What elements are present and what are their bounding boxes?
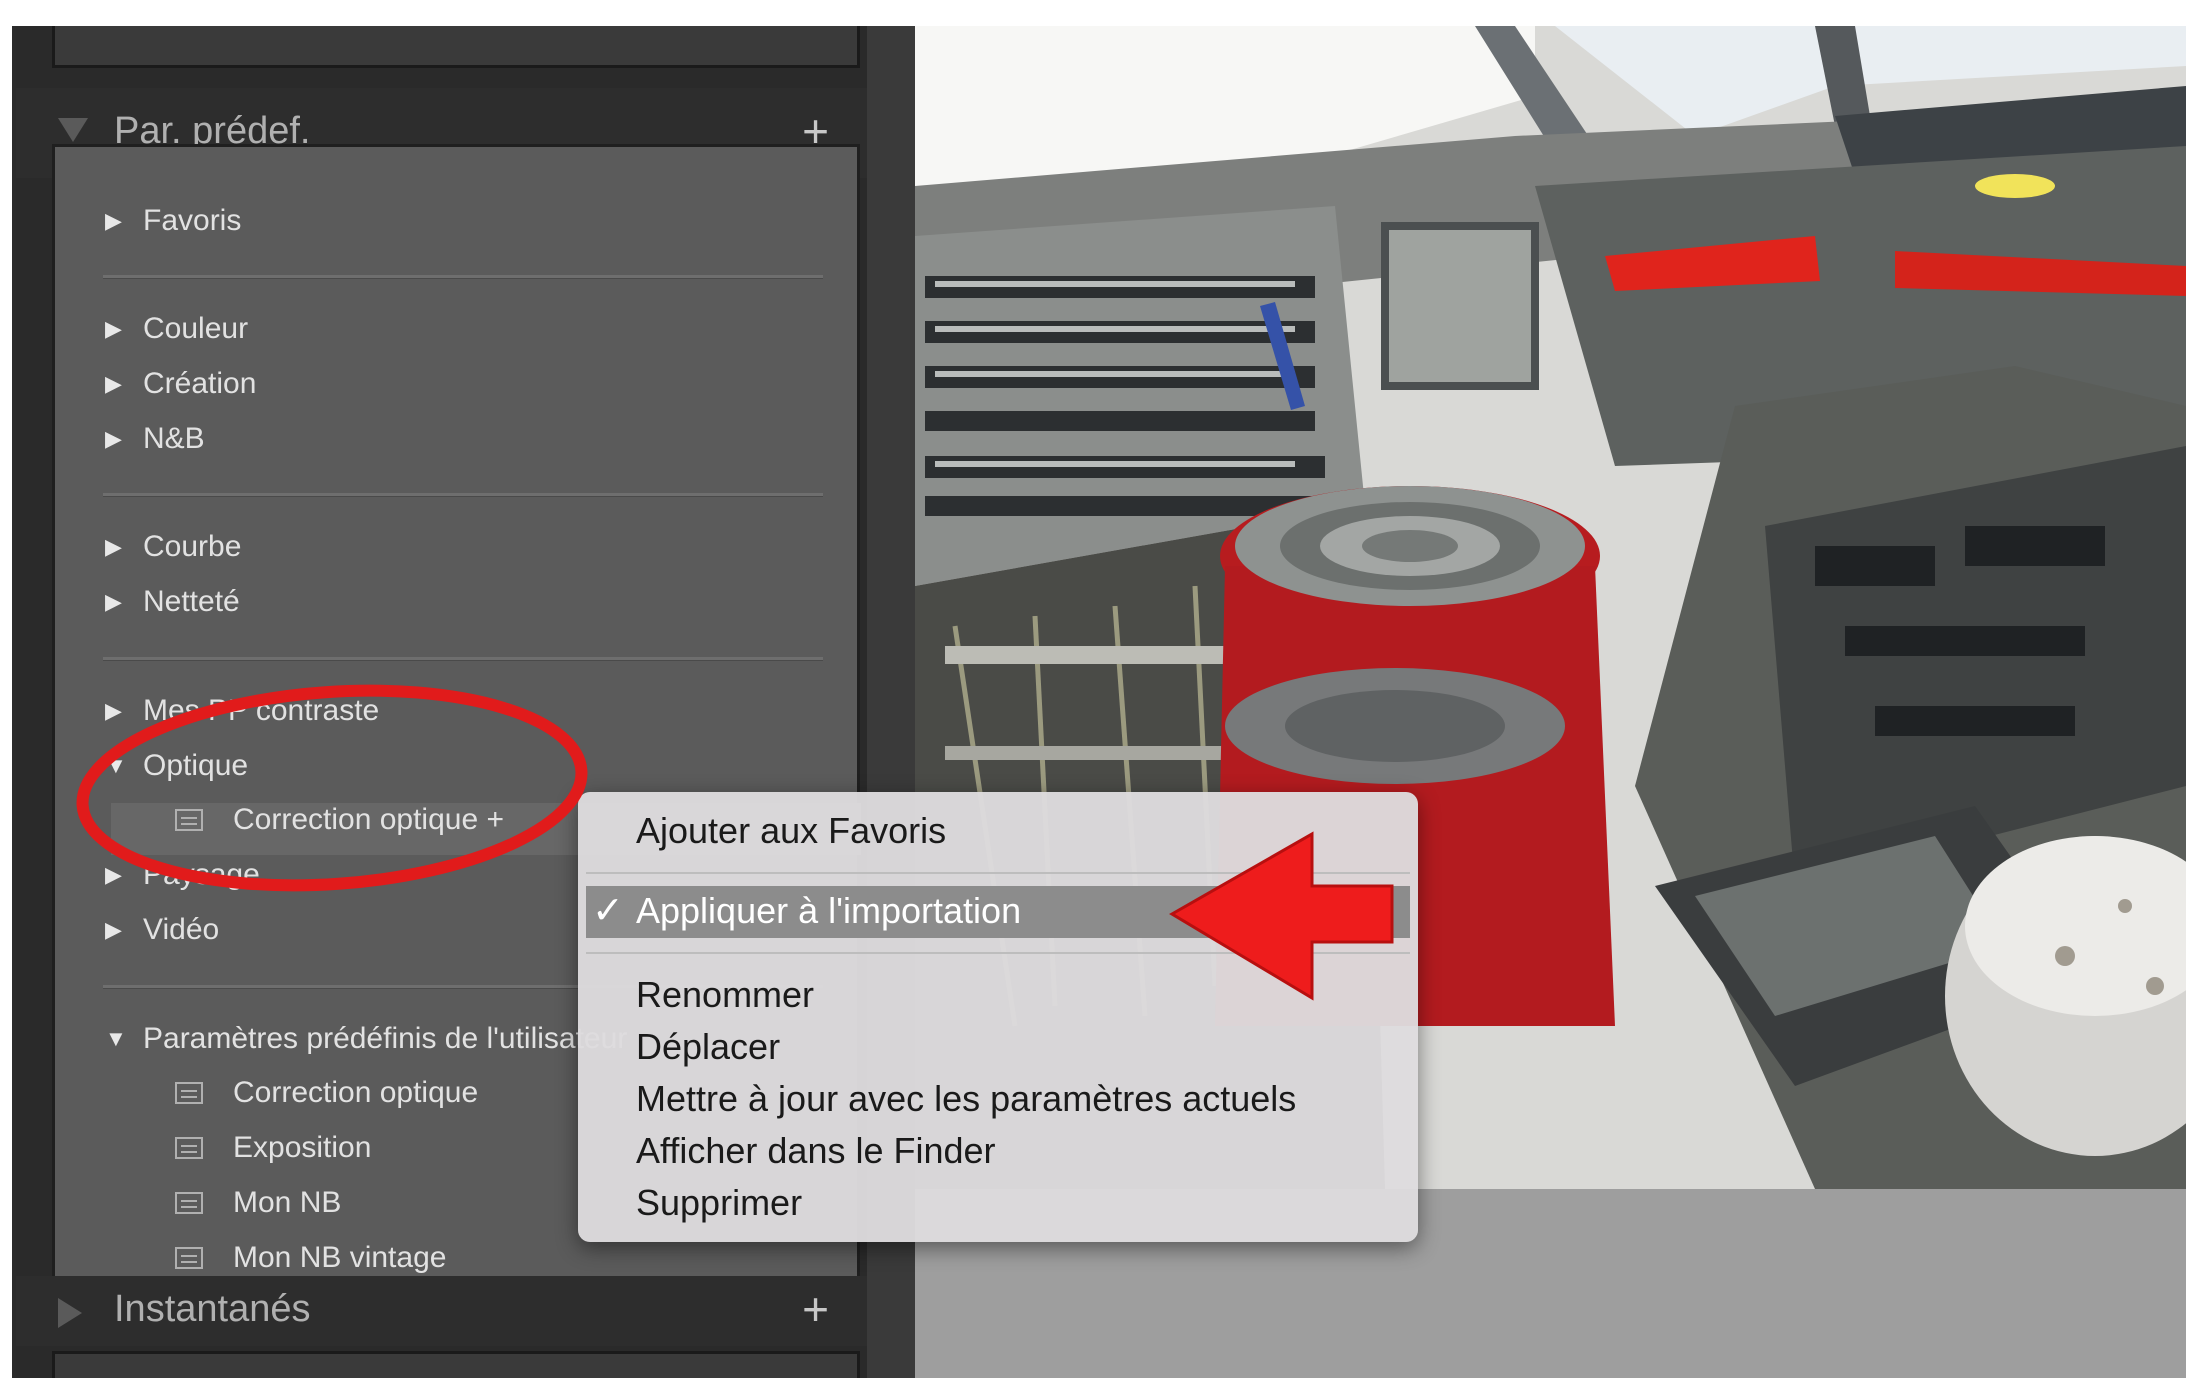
red-highlight-ellipse	[76, 684, 588, 892]
annotation-layer	[76, 684, 1394, 1001]
red-arrow-icon	[1169, 831, 1394, 1001]
